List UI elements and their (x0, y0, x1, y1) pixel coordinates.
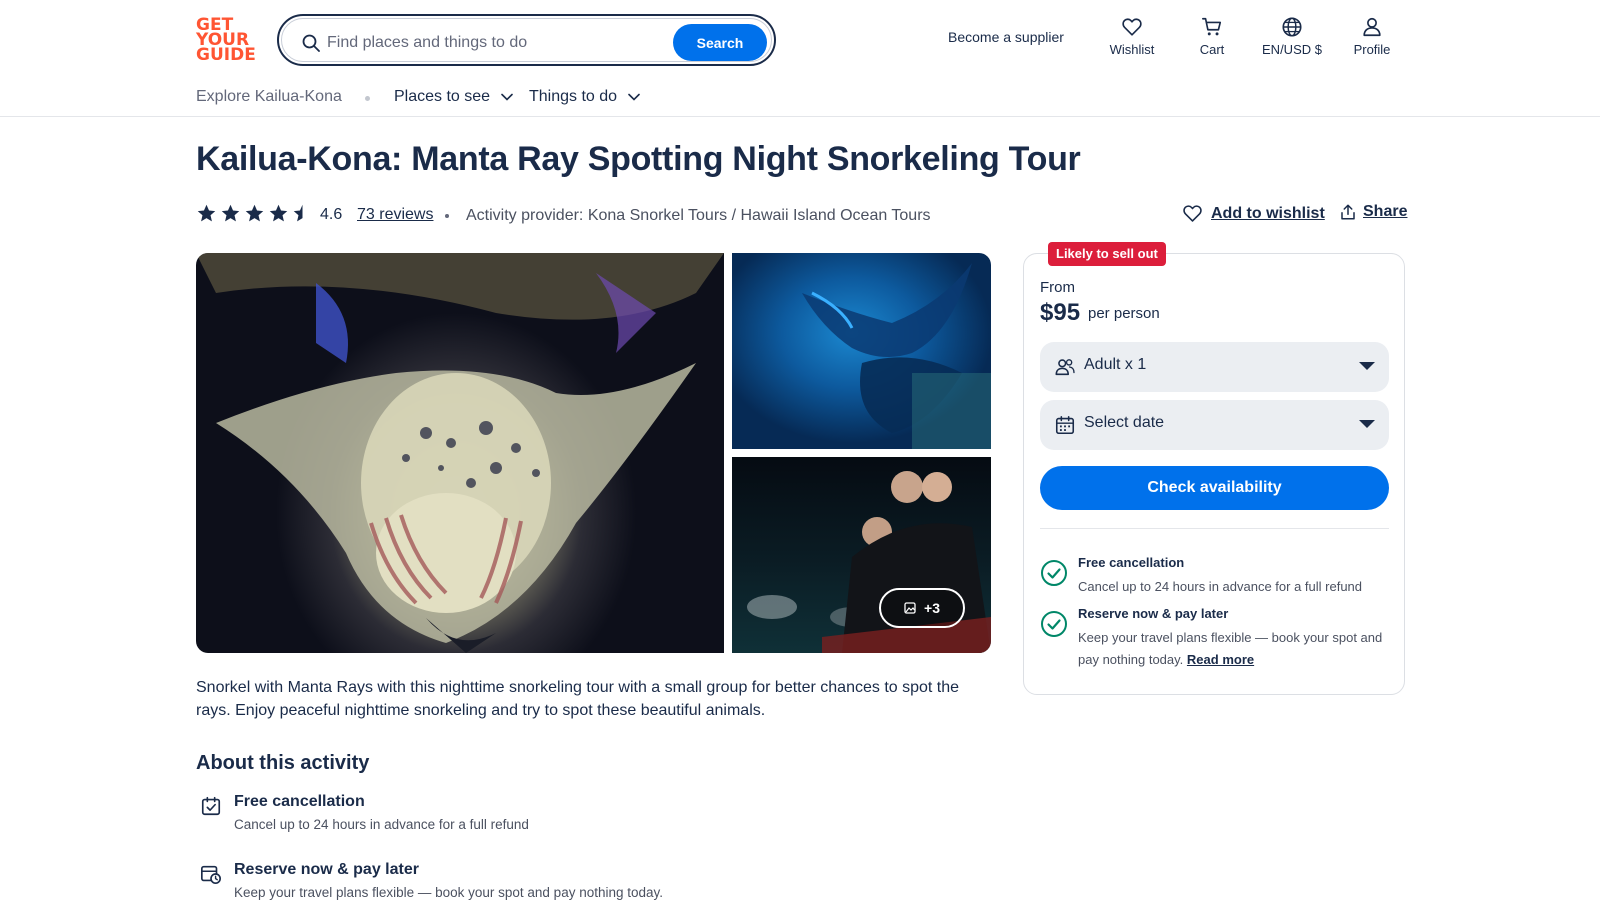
about-item-heading: Reserve now & pay later (234, 861, 419, 878)
rating-value: 4.6 (320, 206, 343, 223)
participants-select[interactable]: Adult x 1 (1040, 342, 1389, 392)
search-bar: Search (277, 14, 776, 66)
participants-value: Adult x 1 (1084, 356, 1147, 373)
gallery-photo-2[interactable] (732, 253, 991, 449)
subnav-places-dropdown[interactable]: Places to see (394, 88, 513, 106)
cart-icon (1202, 17, 1222, 36)
activity-provider: Activity provider: Kona Snorkel Tours / … (466, 207, 931, 224)
star-icon (221, 204, 240, 222)
become-supplier-link[interactable]: Become a supplier (948, 29, 1064, 45)
sub-navigation: Explore Kailua-Kona Places to see Things… (0, 78, 1600, 117)
check-availability-button[interactable]: Check availability (1040, 466, 1389, 510)
add-to-wishlist-label: Add to wishlist (1211, 204, 1325, 222)
nav-language-currency[interactable]: EN/USD $ (1252, 16, 1332, 57)
check-circle-icon (1041, 611, 1067, 637)
star-icon (245, 204, 264, 222)
participants-icon (1055, 359, 1075, 376)
subnav-separator (365, 96, 370, 101)
nav-wishlist[interactable]: Wishlist (1092, 16, 1172, 57)
calendar-check-icon (201, 796, 221, 816)
card-divider (1040, 528, 1389, 529)
about-item-text: Keep your travel plans flexible — book y… (234, 885, 664, 900)
likely-to-sell-out-badge: Likely to sell out (1048, 242, 1166, 266)
star-icon (197, 204, 216, 222)
nav-language-label: EN/USD $ (1262, 42, 1322, 57)
image-icon (904, 602, 916, 614)
share-button[interactable]: Share (1339, 203, 1407, 221)
heart-icon (1183, 205, 1202, 222)
benefit-heading: Reserve now & pay later (1078, 606, 1229, 621)
reviews-link[interactable]: 73 reviews (357, 206, 433, 224)
activity-description: Snorkel with Manta Rays with this nightt… (196, 679, 960, 719)
chevron-down-icon (627, 93, 640, 101)
calendar-clock-icon (201, 865, 221, 884)
search-field-frame: Search (281, 18, 772, 62)
nav-profile-label: Profile (1353, 42, 1391, 57)
search-button[interactable]: Search (673, 24, 767, 61)
globe-icon (1282, 17, 1302, 37)
benefit-text-block: Keep your travel plans flexible — book y… (1078, 627, 1388, 671)
price-from-label: From (1040, 279, 1075, 296)
price-unit: per person (1088, 305, 1160, 322)
star-icon (269, 204, 288, 222)
more-photos-count: +3 (924, 600, 940, 616)
share-icon (1341, 204, 1355, 220)
about-item-free-cancellation: Free cancellation Cancel up to 24 hours … (196, 793, 896, 843)
activity-title: Kailua-Kona: Manta Ray Spotting Night Sn… (196, 140, 1081, 178)
subnav-explore-link[interactable]: Explore Kailua-Kona (196, 88, 342, 106)
caret-down-icon (1359, 420, 1375, 428)
caret-down-icon (1359, 362, 1375, 370)
half-star-icon (293, 204, 303, 222)
share-label: Share (1363, 203, 1408, 220)
manta-ray-photo (196, 253, 724, 653)
subnav-things-label: Things to do (529, 88, 618, 105)
more-photos-button[interactable]: +3 (879, 588, 965, 628)
benefit-heading: Free cancellation (1078, 555, 1185, 570)
separator-dot (445, 214, 449, 218)
profile-icon (1363, 17, 1381, 37)
nav-cart[interactable]: Cart (1172, 16, 1252, 57)
search-input[interactable] (327, 29, 667, 57)
check-circle-icon (1041, 560, 1067, 586)
search-icon (302, 34, 320, 52)
about-item-heading: Free cancellation (234, 793, 365, 810)
manta-ray-underwater-photo (802, 263, 991, 449)
gallery-photo-3[interactable]: +3 (732, 457, 991, 653)
about-activity-heading: About this activity (196, 752, 370, 774)
heart-icon (1122, 18, 1142, 36)
date-value: Select date (1084, 414, 1165, 431)
benefit-text: Cancel up to 24 hours in advance for a f… (1078, 579, 1363, 594)
star-rating (196, 203, 313, 224)
subnav-things-dropdown[interactable]: Things to do (529, 88, 640, 106)
price-value: $95 (1040, 299, 1081, 326)
nav-profile[interactable]: Profile (1332, 16, 1412, 57)
booking-card: From $95 per person Adult x 1 Select dat… (1023, 253, 1405, 695)
gallery-main-photo[interactable] (196, 253, 724, 653)
read-more-link[interactable]: Read more (1187, 652, 1254, 667)
nav-wishlist-label: Wishlist (1109, 42, 1155, 57)
nav-cart-label: Cart (1199, 42, 1225, 57)
getyourguide-logo[interactable]: GET YOUR GUIDE (196, 17, 256, 65)
about-item-text: Cancel up to 24 hours in advance for a f… (234, 817, 529, 832)
rating-row: 4.6 73 reviews Activity provider: Kona S… (196, 203, 1407, 227)
chevron-down-icon (500, 93, 513, 101)
calendar-icon (1055, 415, 1075, 435)
logo-line-3: GUIDE (196, 45, 256, 65)
about-item-reserve-pay-later: Reserve now & pay later Keep your travel… (196, 861, 896, 900)
add-to-wishlist-button[interactable]: Add to wishlist (1182, 203, 1325, 224)
date-select[interactable]: Select date (1040, 400, 1389, 450)
subnav-places-label: Places to see (394, 88, 491, 105)
site-header: GET YOUR GUIDE Search Become a supplier … (0, 0, 1600, 78)
